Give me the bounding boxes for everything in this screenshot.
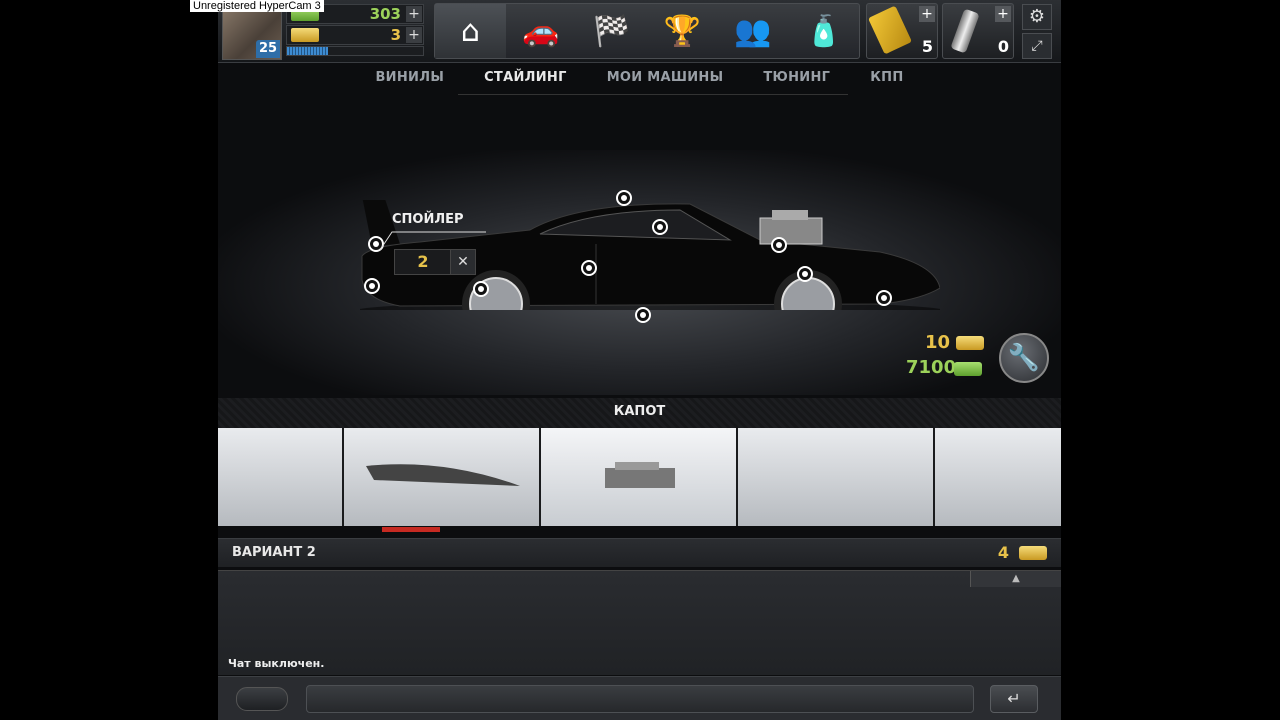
gold-icon — [291, 28, 319, 42]
experience-fill — [287, 47, 328, 55]
add-ticket-button[interactable]: + — [919, 6, 935, 22]
fullscreen-button[interactable]: ⤢ — [1022, 33, 1052, 59]
blower-shape — [759, 217, 823, 245]
spoiler-label: СПОЙЛЕР — [392, 212, 464, 227]
garage-tabs: ВИНИЛЫ СТАЙЛИНГ МОИ МАШИНЫ ТЮНИНГ КПП — [218, 66, 1061, 92]
main-nav: ⌂ 🚗 🏁 🏆 👥 🧴 — [434, 3, 860, 59]
hotspot-paint[interactable] — [581, 260, 597, 276]
chat-input[interactable] — [306, 685, 974, 713]
chat-input-bar: ↵ — [218, 676, 1061, 720]
car-icon: 🚗 — [522, 13, 560, 49]
spoiler-remove-button[interactable]: ✕ — [450, 249, 476, 275]
part-option-scoop[interactable] — [344, 428, 539, 526]
nav-garage-button[interactable]: ⌂ — [435, 4, 506, 58]
gold-coins-icon — [956, 336, 984, 350]
upgrade-price-cash: 7100 — [906, 357, 957, 378]
hood-scoop-preview — [366, 464, 520, 486]
chevron-up-icon: ▲ — [1012, 573, 1020, 584]
nitro-slot[interactable]: + 0 — [942, 3, 1014, 59]
add-nitro-button[interactable]: + — [995, 6, 1011, 22]
upgrade-price-gold: 10 — [925, 332, 951, 353]
tabs-divider — [458, 94, 848, 95]
nav-friends-button[interactable]: 👥 — [718, 4, 789, 58]
player-level-badge: 25 — [256, 40, 280, 58]
tab-vinyls[interactable]: ВИНИЛЫ — [355, 66, 464, 92]
chat-toggle[interactable] — [236, 687, 288, 711]
nitro-can-icon — [950, 8, 980, 54]
race-ticket-slot[interactable]: + 5 — [866, 3, 938, 59]
nav-trophy-button[interactable]: 🏆 — [647, 4, 718, 58]
race-ticket-count: 5 — [921, 37, 933, 56]
game-window: 25 303 + 3 + ⌂ 🚗 🏁 🏆 👥 🧴 + 5 + 0 ⚙ ⤢ ВИН… — [218, 0, 1061, 720]
chat-panel: ▲ Чат выключен. — [218, 570, 1061, 675]
variant-gold-icon — [1019, 546, 1047, 560]
tab-tuning[interactable]: ТЮНИНГ — [743, 66, 850, 92]
gold-counter: 3 + — [286, 25, 424, 45]
enter-icon: ↵ — [1007, 689, 1021, 708]
chat-expand-button[interactable]: ▲ — [970, 571, 1061, 587]
part-option-stock[interactable] — [218, 428, 342, 526]
spray-can-icon: 🧴 — [805, 13, 843, 49]
top-bar: 25 303 + 3 + ⌂ 🚗 🏁 🏆 👥 🧴 + 5 + 0 ⚙ ⤢ — [218, 0, 1061, 63]
tab-styling[interactable]: СТАЙЛИНГ — [464, 66, 587, 92]
nav-race-button[interactable]: 🏁 — [576, 4, 647, 58]
tab-gearbox[interactable]: КПП — [850, 66, 923, 92]
parts-carousel — [218, 428, 1061, 526]
hotspot-sill[interactable] — [635, 307, 651, 323]
nitro-count: 0 — [997, 37, 1009, 56]
part-option-blower[interactable] — [541, 428, 736, 526]
parts-category-title: КАПОТ — [613, 404, 666, 419]
part-option-5[interactable] — [935, 428, 1061, 526]
hotspot-rear-wheel[interactable] — [473, 281, 489, 297]
race-ticket-icon — [867, 5, 913, 55]
hotspot-hood[interactable] — [771, 237, 787, 253]
gold-value: 3 — [390, 26, 401, 44]
recorder-watermark: Unregistered HyperCam 3 — [190, 0, 324, 12]
nav-car-dealer-button[interactable]: 🚗 — [506, 4, 577, 58]
variant-label: ВАРИАНТ 2 — [232, 545, 316, 560]
checkered-flags-icon: 🏁 — [593, 13, 631, 49]
tab-my-cars[interactable]: МОИ МАШИНЫ — [587, 66, 744, 92]
chat-send-button[interactable]: ↵ — [990, 685, 1038, 713]
hotspot-front-bumper[interactable] — [876, 290, 892, 306]
blower-preview — [605, 462, 675, 488]
cash-stack-icon — [954, 362, 982, 376]
variant-bar: ВАРИАНТ 2 4 — [218, 538, 1061, 567]
add-gold-button[interactable]: + — [406, 27, 422, 43]
fullscreen-icon: ⤢ — [1031, 38, 1043, 54]
variant-cost: 4 — [997, 543, 1009, 562]
nav-paint-button[interactable]: 🧴 — [788, 4, 859, 58]
chat-status-message: Чат выключен. — [228, 657, 325, 670]
people-icon: 👥 — [734, 13, 772, 49]
hotspot-roof[interactable] — [616, 190, 632, 206]
garage-icon: ⌂ — [460, 13, 480, 49]
gear-icon: ⚙ — [1028, 6, 1046, 27]
part-option-4[interactable] — [738, 428, 933, 526]
hotspot-front-wheel-arch[interactable] — [797, 266, 813, 282]
cash-value: 303 — [369, 5, 401, 23]
selected-part-indicator — [382, 527, 440, 532]
hotspot-window[interactable] — [652, 219, 668, 235]
add-cash-button[interactable]: + — [406, 6, 422, 22]
wrench-icon: 🔧 — [1007, 343, 1041, 373]
settings-button[interactable]: ⚙ — [1022, 4, 1052, 30]
experience-bar — [286, 46, 424, 56]
install-button[interactable]: 🔧 — [999, 333, 1049, 383]
spoiler-variant-value: 2 — [394, 249, 452, 275]
trophy-icon: 🏆 — [663, 13, 702, 49]
hotspot-rear[interactable] — [364, 278, 380, 294]
